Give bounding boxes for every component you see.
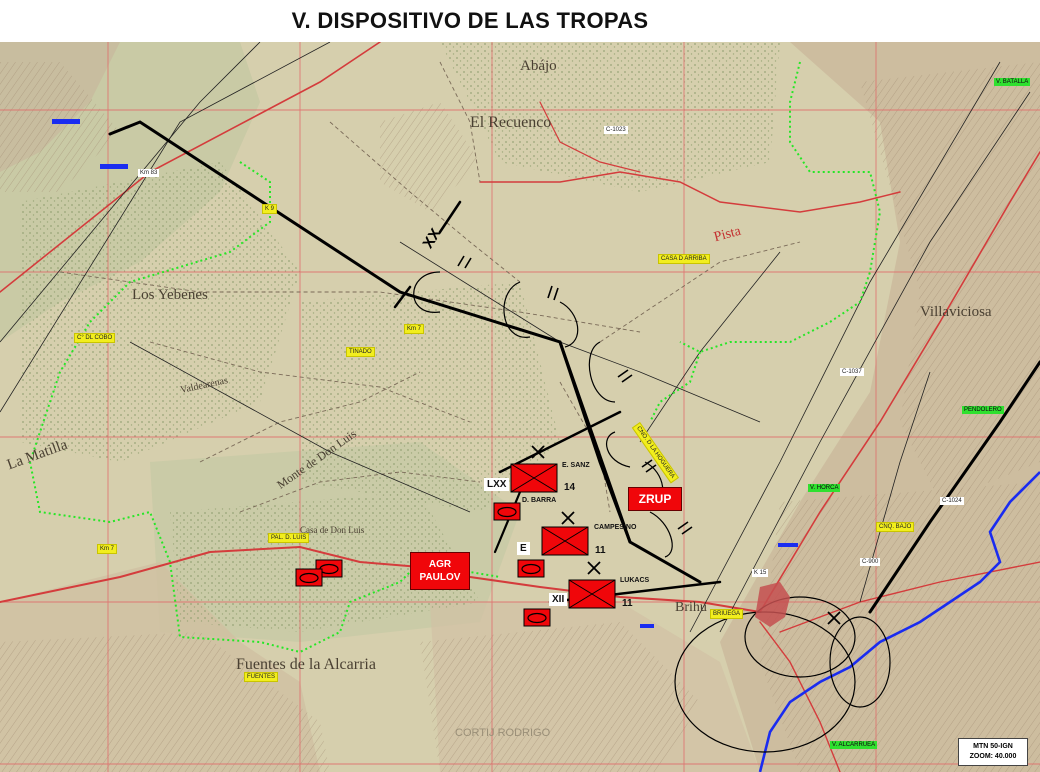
place-el-recuenco: El Recuenco <box>470 114 552 131</box>
unit-label-e: E <box>517 542 530 555</box>
place-brihuega: Brihu <box>675 600 707 615</box>
armor-d-barra[interactable] <box>493 502 521 521</box>
unit-name-campesino: CAMPESINO <box>594 524 637 531</box>
map-info-box: MTN 50-IGN ZOOM: 40.000 <box>958 738 1028 766</box>
tag-k15: K 15 <box>752 569 769 577</box>
unit-symbol-campesino[interactable] <box>541 526 589 556</box>
place-abajo: Abájo <box>520 58 557 74</box>
tag-tinado: TINADO <box>346 347 375 357</box>
unit-name-d-barra: D. BARRA <box>522 497 557 504</box>
tag-v-alcarruea: V. ALCARRUEA <box>830 741 878 749</box>
tag-km7-west: Km 7 <box>97 544 118 554</box>
blue-marker-2 <box>100 164 128 169</box>
map-source: MTN 50-IGN <box>973 743 1013 750</box>
unit-name-lukacs: LUKACS <box>620 577 650 584</box>
tag-briuega: BRIUEGA <box>710 609 744 619</box>
unit-number-11a: 11 <box>595 545 606 556</box>
place-villaviciosa: Villaviciosa <box>920 304 992 320</box>
watermark-cortijo: CORTIJ RODRIGO <box>455 727 551 739</box>
unit-agr-paulov[interactable]: AGR PAULOV <box>410 552 470 590</box>
unit-symbol-lukacs[interactable] <box>568 579 616 609</box>
armor-e[interactable] <box>517 559 545 578</box>
tag-k9: K 9 <box>262 204 278 214</box>
armor-xii[interactable] <box>523 608 551 627</box>
tag-c-del-cobo: C° DL COBO <box>74 333 116 343</box>
place-casa-don-luis: Casa de Don Luis <box>300 525 365 535</box>
tag-c1037: C-1037 <box>840 368 864 376</box>
map-zoom: ZOOM: 40.000 <box>969 753 1017 760</box>
tag-km7-north: Km 7 <box>404 324 425 334</box>
map-canvas[interactable] <box>0 42 1040 772</box>
topographic-map[interactable]: Abájo El Recuenco Los Yebenes La Matilla… <box>0 42 1040 772</box>
tag-pal-luis: PAL. D. LUIS <box>268 533 310 543</box>
blue-marker-1 <box>52 119 80 124</box>
tag-c1024: C-1024 <box>940 497 964 505</box>
tag-v-batalla: V. BATALLA <box>994 78 1031 86</box>
unit-number-11b: 11 <box>622 598 633 609</box>
tag-fuentes: FUENTES <box>244 672 279 682</box>
armor-west-2[interactable] <box>295 568 323 587</box>
place-los-yebenes: Los Yebenes <box>132 287 208 303</box>
tag-pendolero: PENDOLERO <box>962 406 1004 414</box>
blue-marker-4 <box>640 624 654 628</box>
tag-km83: Km 83 <box>138 169 160 177</box>
unit-zrup[interactable]: ZRUP <box>628 487 682 511</box>
unit-label-lxx: LXX <box>484 478 510 491</box>
blue-marker-3 <box>778 543 798 547</box>
unit-name-e-sanz: E. SANZ <box>562 462 590 469</box>
tag-c1023: C-1023 <box>604 126 628 134</box>
tag-c900: C-900 <box>860 558 881 566</box>
unit-label-xii: XII <box>549 593 568 606</box>
tag-v-horca: V. HORCA <box>808 484 841 492</box>
tag-cnq-bajo: CNQ. BAJO <box>876 522 915 532</box>
unit-symbol-e-sanz[interactable] <box>510 463 558 493</box>
unit-number-14: 14 <box>564 482 576 493</box>
map-title: V. DISPOSITIVO DE LAS TROPAS <box>291 8 649 33</box>
tag-casa-arriba: CASA D ARRIBA <box>658 254 710 264</box>
